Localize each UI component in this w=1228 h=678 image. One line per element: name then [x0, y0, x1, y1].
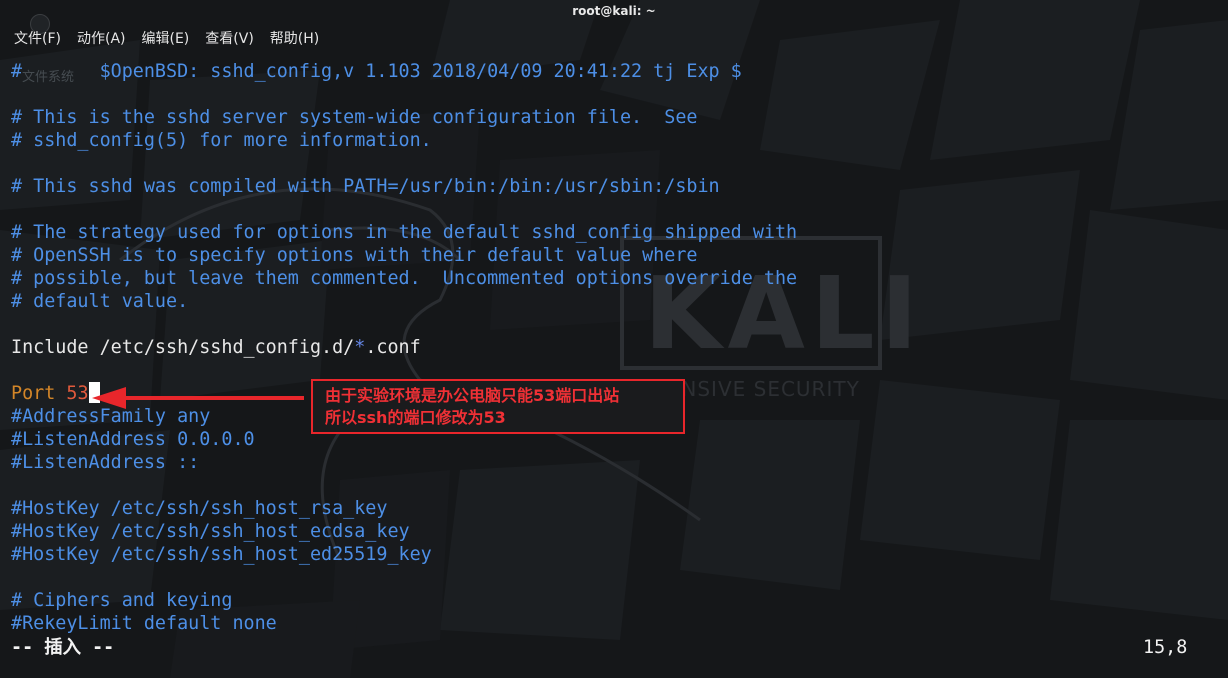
- menu-edit[interactable]: 编辑(E): [134, 28, 198, 50]
- editor-token: 53: [66, 383, 89, 404]
- editor-token: # default value.: [11, 291, 189, 312]
- editor-line: #RekeyLimit default none: [11, 612, 797, 635]
- editor-line: #ListenAddress ::: [11, 451, 797, 474]
- editor-token: #ListenAddress ::: [11, 452, 200, 473]
- menu-bar: 文件(F) 动作(A) 编辑(E) 查看(V) 帮助(H): [6, 28, 327, 50]
- editor-line: #HostKey /etc/ssh/ssh_host_ecdsa_key: [11, 520, 797, 543]
- annotation-arrow: [92, 387, 304, 409]
- editor-token: # possible, but leave them commented. Un…: [11, 268, 798, 289]
- editor-line: # OpenSSH is to specify options with the…: [11, 244, 797, 267]
- editor-line: #HostKey /etc/ssh/ssh_host_rsa_key: [11, 497, 797, 520]
- editor-token: # This is the sshd server system-wide co…: [11, 107, 698, 128]
- editor-token: Port: [11, 383, 67, 404]
- editor-token: #RekeyLimit default none: [11, 613, 277, 634]
- editor-line: # The strategy used for options in the d…: [11, 221, 797, 244]
- editor-token: # sshd_config(5) for more information.: [11, 130, 432, 151]
- editor-line: # $OpenBSD: sshd_config,v 1.103 2018/04/…: [11, 60, 797, 83]
- editor-line: # This is the sshd server system-wide co…: [11, 106, 797, 129]
- editor-token: # OpenSSH is to specify options with the…: [11, 245, 698, 266]
- annotation-line-2: 所以ssh的端口修改为53: [325, 408, 506, 427]
- editor-line: # sshd_config(5) for more information.: [11, 129, 797, 152]
- editor-token: # Ciphers and keying: [11, 590, 233, 611]
- editor-line: # This sshd was compiled with PATH=/usr/…: [11, 175, 797, 198]
- annotation-line-1: 由于实验环境是办公电脑只能53端口出站: [325, 386, 620, 405]
- editor-token: #ListenAddress 0.0.0.0: [11, 429, 255, 450]
- editor-token: #HostKey /etc/ssh/ssh_host_ed25519_key: [11, 544, 432, 565]
- menu-file[interactable]: 文件(F): [6, 28, 69, 50]
- terminal-editor[interactable]: # $OpenBSD: sshd_config,v 1.103 2018/04/…: [11, 60, 797, 635]
- editor-token: #HostKey /etc/ssh/ssh_host_rsa_key: [11, 498, 388, 519]
- editor-token: # This sshd was compiled with PATH=/usr/…: [11, 176, 720, 197]
- menu-view[interactable]: 查看(V): [197, 28, 262, 50]
- menu-action[interactable]: 动作(A): [69, 28, 134, 50]
- editor-line: # Ciphers and keying: [11, 589, 797, 612]
- editor-token: *: [354, 337, 366, 358]
- editor-token: #HostKey /etc/ssh/ssh_host_ecdsa_key: [11, 521, 410, 542]
- editor-line: # default value.: [11, 290, 797, 313]
- editor-token: Include /etc/ssh/sshd_config.d/: [11, 337, 355, 358]
- editor-line: # possible, but leave them commented. Un…: [11, 267, 797, 290]
- menu-help[interactable]: 帮助(H): [262, 28, 327, 50]
- window-title: root@kali: ~: [572, 4, 656, 18]
- editor-token: .conf: [365, 337, 421, 358]
- editor-token: # $OpenBSD: sshd_config,v 1.103 2018/04/…: [11, 61, 742, 82]
- editor-token: # The strategy used for options in the d…: [11, 222, 798, 243]
- cursor-position: 15,8: [1143, 637, 1188, 658]
- editor-line: #HostKey /etc/ssh/ssh_host_ed25519_key: [11, 543, 797, 566]
- editor-mode-indicator: -- 插入 --: [11, 637, 115, 658]
- annotation-callout: 由于实验环境是办公电脑只能53端口出站 所以ssh的端口修改为53: [311, 379, 685, 434]
- editor-line: Include /etc/ssh/sshd_config.d/*.conf: [11, 336, 797, 359]
